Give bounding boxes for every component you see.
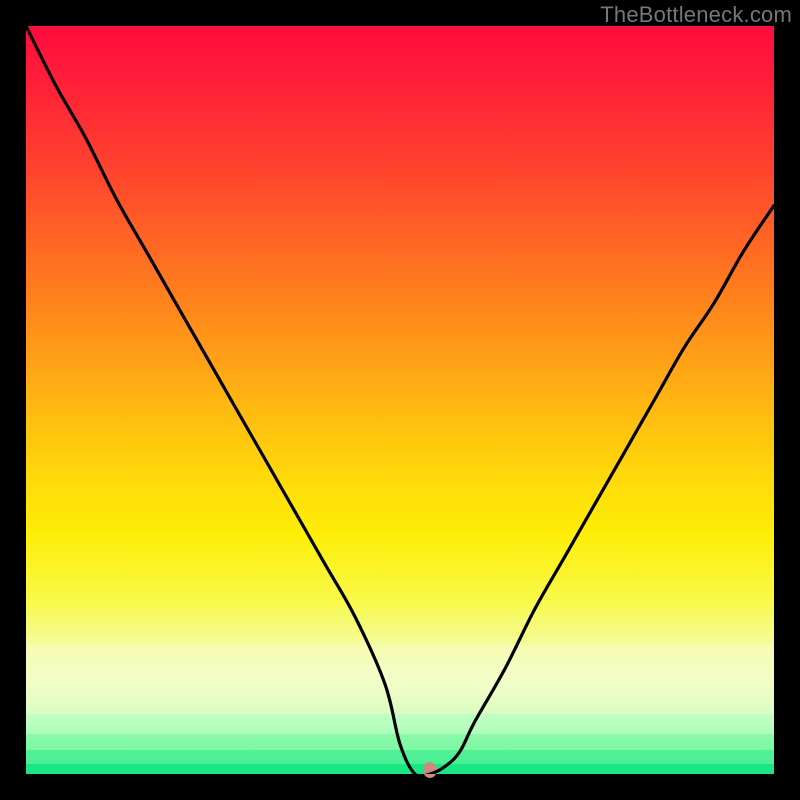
bottleneck-curve: [26, 26, 774, 774]
watermark-text: TheBottleneck.com: [600, 2, 792, 28]
chart-frame: TheBottleneck.com: [0, 0, 800, 800]
plot-area: [26, 26, 774, 774]
